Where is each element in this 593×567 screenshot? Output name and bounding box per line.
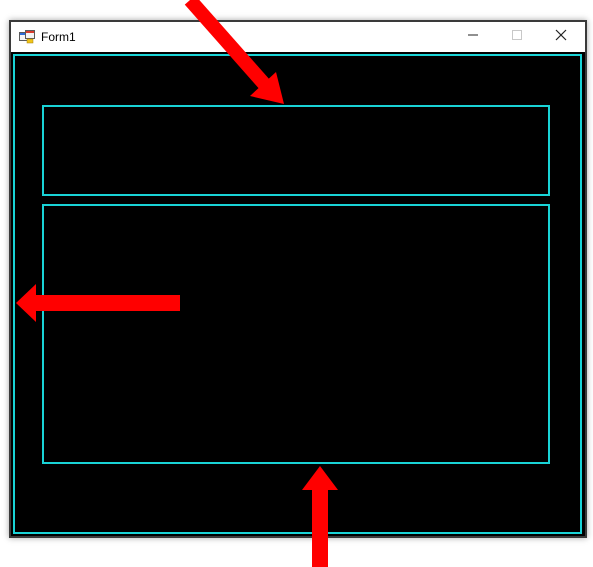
screenshot-stage: Form1 <box>0 0 593 567</box>
arrow-up-icon <box>302 466 338 567</box>
arrow-left-icon <box>16 284 180 322</box>
annotation-arrows-layer <box>16 0 338 567</box>
arrow-down-icon <box>184 0 284 104</box>
